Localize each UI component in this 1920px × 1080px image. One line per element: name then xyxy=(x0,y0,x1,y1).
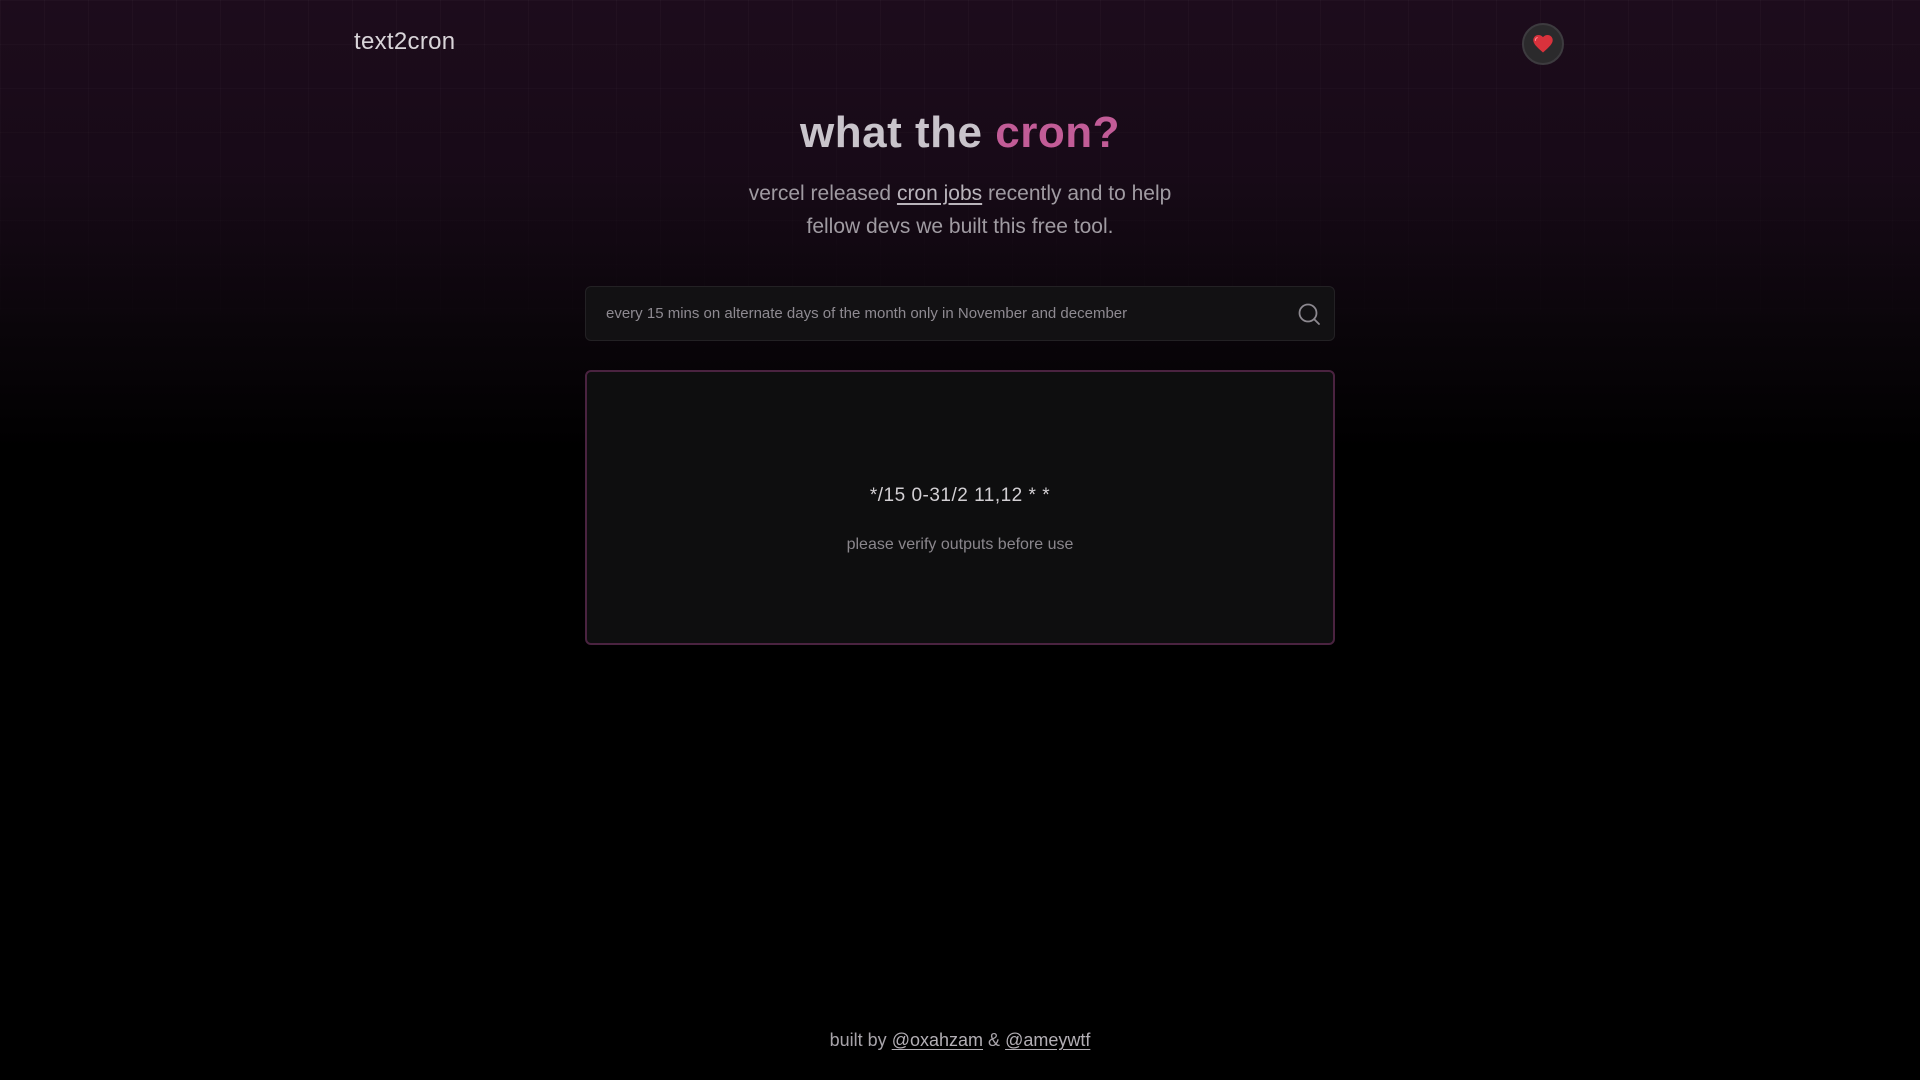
title-accent: cron? xyxy=(995,108,1120,157)
result-card: */15 0-31/2 11,12 * * please verify outp… xyxy=(585,370,1335,645)
cron-jobs-link[interactable]: cron jobs xyxy=(897,182,982,205)
heart-button[interactable] xyxy=(1522,23,1564,65)
author-link-oxahzam[interactable]: @oxahzam xyxy=(892,1030,983,1050)
subtitle-line-2: fellow devs we built this free tool. xyxy=(806,215,1114,238)
page: text2cron what the cron? vercel released… xyxy=(0,0,1920,1080)
page-title: what the cron? xyxy=(0,108,1920,158)
title-plain: what the xyxy=(800,108,983,157)
subtitle-text-after: recently and to help xyxy=(988,182,1172,205)
search-input[interactable] xyxy=(606,287,1266,340)
search-box xyxy=(585,286,1335,341)
footer: built by @oxahzam & @ameywtf xyxy=(0,1030,1920,1051)
footer-prefix: built by xyxy=(829,1030,887,1050)
subtitle: vercel released cron jobs recently and t… xyxy=(0,177,1920,243)
search-icon[interactable] xyxy=(1296,301,1322,327)
subtitle-text-before: vercel released xyxy=(748,182,892,205)
logo[interactable]: text2cron xyxy=(354,28,455,56)
footer-separator: & xyxy=(988,1030,1001,1050)
author-link-ameywtf[interactable]: @ameywtf xyxy=(1005,1030,1090,1050)
heart-icon xyxy=(1533,35,1553,53)
cron-expression: */15 0-31/2 11,12 * * xyxy=(869,485,1051,506)
verify-note: please verify outputs before use xyxy=(846,536,1074,553)
